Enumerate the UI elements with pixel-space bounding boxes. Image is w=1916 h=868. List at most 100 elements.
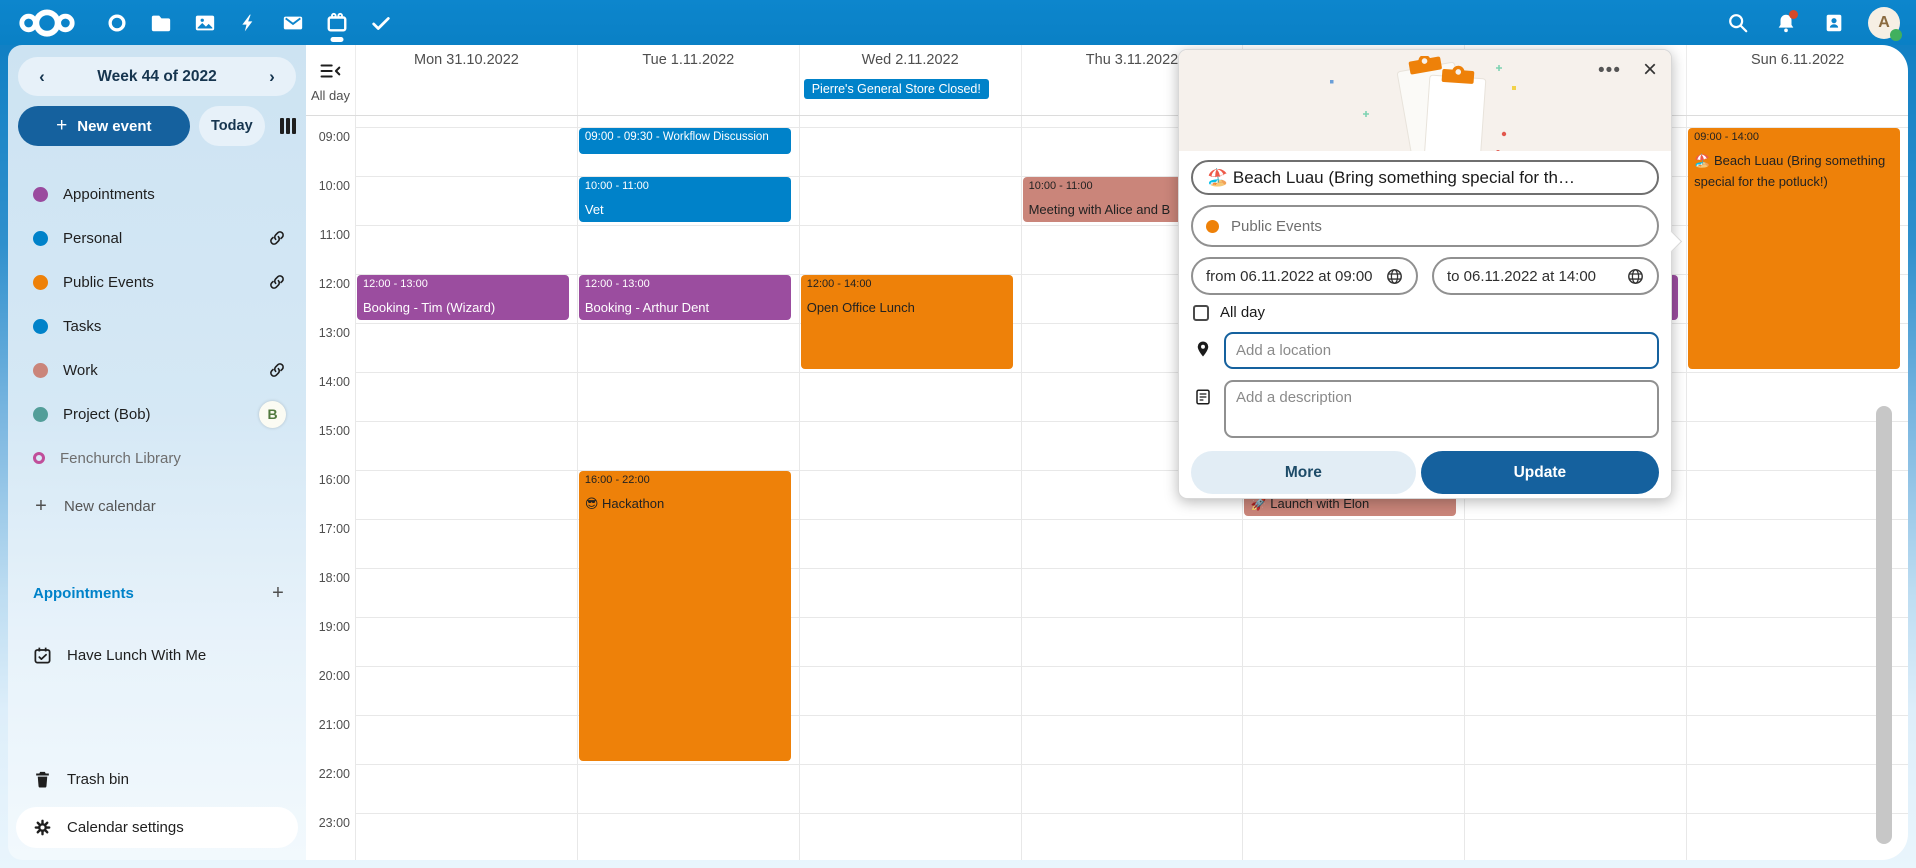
calendar-color-dot[interactable]: [33, 452, 45, 464]
event[interactable]: 10:00 - 11:00Vet: [579, 177, 791, 222]
timezone-globe-icon[interactable]: [1627, 268, 1644, 285]
event-time: 12:00 - 14:00: [807, 278, 1007, 290]
day-header[interactable]: Mon 31.10.2022: [355, 45, 577, 75]
calendar-color-dot[interactable]: [33, 187, 48, 202]
calendar-color-dot[interactable]: [33, 275, 48, 290]
timezone-globe-icon[interactable]: [1386, 268, 1403, 285]
nextcloud-logo[interactable]: [16, 8, 78, 38]
new-event-button[interactable]: + New event: [18, 106, 190, 146]
calendar-color-dot[interactable]: [33, 319, 48, 334]
location-pin-icon: [1191, 332, 1215, 359]
day-column: 12:00 - 14:00 Open Office Lunch: [799, 116, 1021, 860]
calendar-app-icon[interactable]: [322, 0, 352, 45]
allday-label: All day: [306, 75, 355, 115]
allday-event[interactable]: Pierre's General Store Closed!: [804, 79, 989, 99]
appointments-section-header: Appointments +: [33, 582, 286, 605]
new-calendar-button[interactable]: + New calendar: [8, 484, 306, 528]
notification-badge: [1789, 10, 1798, 19]
more-actions-icon[interactable]: •••: [1594, 57, 1625, 84]
week-view-toggle-icon[interactable]: [280, 118, 296, 134]
today-button[interactable]: Today: [199, 106, 265, 146]
next-week-button[interactable]: ›: [248, 67, 296, 87]
day-header[interactable]: Tue 1.11.2022: [577, 45, 799, 75]
hour-label: 21:00: [319, 718, 350, 732]
calendar-list-item[interactable]: Tasks: [8, 304, 306, 348]
event-title-input[interactable]: [1191, 160, 1659, 195]
end-datetime-label: to 06.11.2022 at 14:00: [1447, 268, 1596, 285]
allday-checkbox[interactable]: [1193, 305, 1209, 321]
time-gutter: 09:0010:0011:0012:0013:0014:0015:0016:00…: [306, 116, 355, 860]
date-row: from 06.11.2022 at 09:00 to 06.11.2022 a…: [1191, 257, 1659, 295]
tasks-app-icon[interactable]: [366, 0, 396, 45]
day-header[interactable]: Sun 6.11.2022: [1686, 45, 1908, 75]
mail-app-icon[interactable]: [278, 0, 308, 45]
more-button[interactable]: More: [1191, 451, 1416, 494]
user-avatar[interactable]: A: [1868, 7, 1900, 39]
day-header-cells: Mon 31.10.2022Tue 1.11.2022Wed 2.11.2022…: [355, 45, 1908, 75]
event-title: Open Office Lunch: [807, 297, 1007, 318]
calendar-label: Appointments: [63, 186, 286, 203]
previous-week-button[interactable]: ‹: [18, 67, 66, 87]
calendar-color-dot[interactable]: [33, 363, 48, 378]
share-link-icon[interactable]: [268, 229, 286, 247]
day-column: 09:00 - 14:00🏖️ Beach Luau (Bring someth…: [1686, 116, 1908, 860]
day-header[interactable]: Wed 2.11.2022: [799, 45, 1021, 75]
allday-cells: Pierre's General Store Closed!: [355, 75, 1908, 115]
calendar-settings-label: Calendar settings: [67, 819, 184, 836]
event[interactable]: 12:00 - 13:00Booking - Arthur Dent: [579, 275, 791, 320]
trash-bin-button[interactable]: Trash bin: [8, 757, 306, 801]
calendar-label: Public Events: [63, 274, 268, 291]
hour-label: 14:00: [319, 375, 350, 389]
popup-buttons: More Update: [1191, 451, 1659, 494]
calendar-list-item[interactable]: Project (Bob)B: [8, 392, 306, 436]
contacts-app-icon[interactable]: [102, 0, 132, 45]
calendar-list-item[interactable]: Public Events: [8, 260, 306, 304]
share-link-icon[interactable]: [268, 361, 286, 379]
event-time: 12:00 - 13:00: [363, 278, 563, 290]
event-title: Booking - Tim (Wizard): [363, 297, 563, 318]
search-icon[interactable]: [1724, 9, 1752, 37]
calendar-list-item[interactable]: Personal: [8, 216, 306, 260]
event[interactable]: 16:00 - 22:00😎 Hackathon: [579, 471, 791, 761]
calendar-label: Tasks: [63, 318, 286, 335]
calendar-list-item[interactable]: Work: [8, 348, 306, 392]
calendar-label: Personal: [63, 230, 268, 247]
notifications-bell-icon[interactable]: [1772, 9, 1800, 37]
day-column: 09:00 - 09:30 - Workflow Discussion 10:00…: [577, 116, 799, 860]
vertical-scrollbar[interactable]: [1876, 406, 1892, 844]
start-datetime-button[interactable]: from 06.11.2022 at 09:00: [1191, 257, 1418, 295]
event[interactable]: 09:00 - 09:30 - Workflow Discussion: [579, 128, 791, 154]
update-button[interactable]: Update: [1421, 451, 1659, 494]
appointment-item[interactable]: Have Lunch With Me: [8, 633, 306, 677]
event[interactable]: 12:00 - 14:00 Open Office Lunch: [801, 275, 1013, 369]
sidebar-toggle-icon[interactable]: [319, 62, 341, 80]
share-link-icon[interactable]: [268, 273, 286, 291]
plus-icon: +: [33, 495, 49, 518]
plus-icon: +: [56, 115, 67, 137]
gear-icon: [33, 818, 52, 837]
photos-app-icon[interactable]: [190, 0, 220, 45]
calendar-color-dot[interactable]: [33, 231, 48, 246]
description-input[interactable]: [1224, 380, 1659, 438]
add-appointment-button[interactable]: +: [270, 582, 286, 605]
event[interactable]: 09:00 - 14:00🏖️ Beach Luau (Bring someth…: [1688, 128, 1900, 369]
close-icon[interactable]: ×: [1639, 56, 1661, 84]
calendar-settings-button[interactable]: Calendar settings: [16, 807, 298, 848]
popup-header: ••• ×: [1179, 50, 1671, 151]
calendar-select[interactable]: Public Events: [1191, 205, 1659, 247]
location-input[interactable]: [1224, 332, 1659, 369]
end-datetime-button[interactable]: to 06.11.2022 at 14:00: [1432, 257, 1659, 295]
calendar-list-item[interactable]: Fenchurch Library: [8, 436, 306, 480]
files-app-icon[interactable]: [146, 0, 176, 45]
event[interactable]: 12:00 - 13:00 Booking - Tim (Wizard): [357, 275, 569, 320]
calendar-list-item[interactable]: Appointments: [8, 172, 306, 216]
allday-cell: Pierre's General Store Closed!: [799, 75, 1021, 115]
event-title: Booking - Arthur Dent: [585, 297, 785, 318]
contacts-menu-icon[interactable]: [1820, 9, 1848, 37]
allday-cell: [355, 75, 577, 115]
day-column: 12:00 - 13:00 Booking - Tim (Wizard): [355, 116, 577, 860]
calendar-color-dot[interactable]: [33, 407, 48, 422]
activity-app-icon[interactable]: [234, 0, 264, 45]
app-navigation: [102, 0, 396, 45]
week-label[interactable]: Week 44 of 2022: [66, 68, 248, 86]
